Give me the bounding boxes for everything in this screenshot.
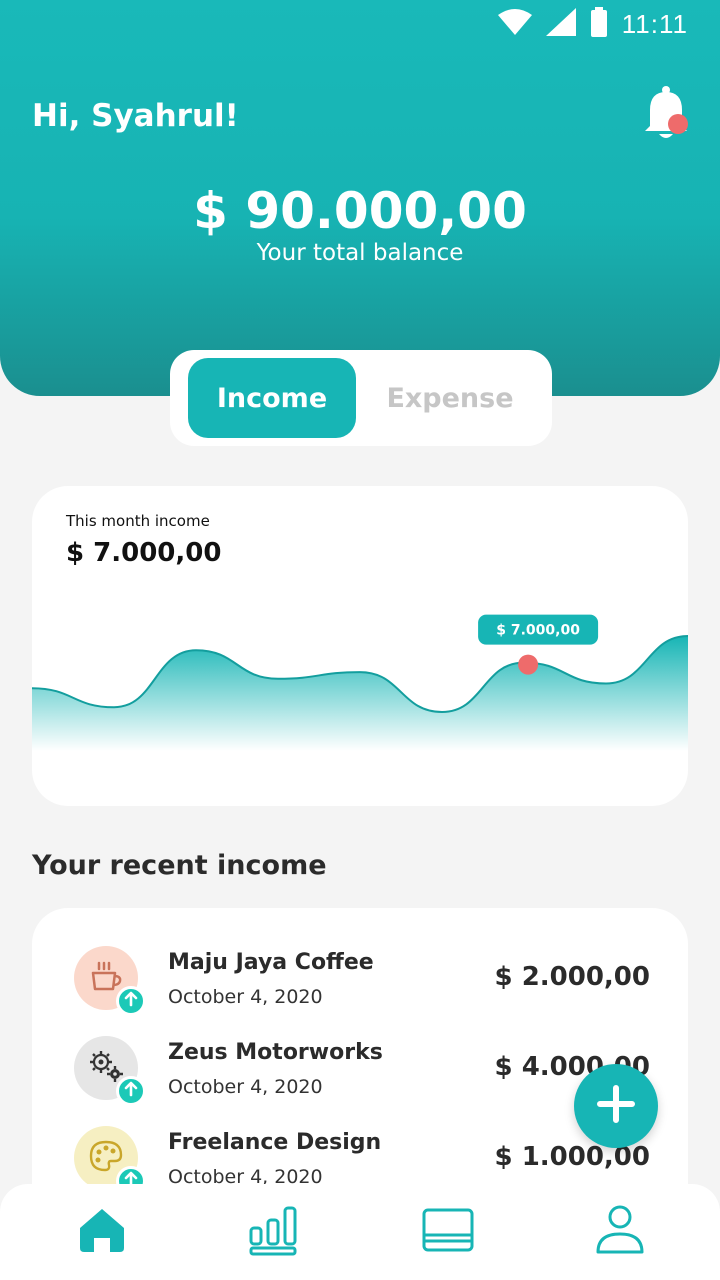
notification-dot xyxy=(668,114,688,134)
item-name: Freelance Design xyxy=(168,1130,382,1155)
signal-icon xyxy=(545,8,576,40)
nav-cards[interactable] xyxy=(418,1202,478,1262)
status-time: 11:11 xyxy=(621,8,688,39)
income-up-badge xyxy=(116,1076,146,1106)
total-balance: $ 90.000,00 xyxy=(193,182,527,240)
arrow-up-icon xyxy=(123,991,139,1011)
home-icon xyxy=(76,1206,128,1258)
income-chart-card: This month income $ 7.000,00 $ 7.000,00 xyxy=(32,486,688,806)
greeting-text: Hi, Syahrul! xyxy=(32,98,239,134)
cards-icon xyxy=(421,1207,475,1257)
item-amount: $ 2.000,00 xyxy=(494,962,650,992)
header-panel: 11:11 Hi, Syahrul! $ 90.000,00 Your tota… xyxy=(0,0,720,396)
nav-profile[interactable] xyxy=(590,1202,650,1262)
wifi-icon xyxy=(497,9,532,39)
income-up-badge xyxy=(116,986,146,1016)
balance-label: Your total balance xyxy=(256,240,464,266)
income-expense-toggle: Income Expense xyxy=(170,350,552,446)
list-item[interactable]: Maju Jaya Coffee October 4, 2020 $ 2.000… xyxy=(32,946,688,1036)
tab-expense[interactable]: Expense xyxy=(366,358,534,438)
tooltip-label: $ 7.000,00 xyxy=(496,623,580,639)
plus-icon xyxy=(596,1084,636,1128)
recent-income-title: Your recent income xyxy=(32,850,327,881)
bottom-navigation xyxy=(0,1184,720,1280)
tab-income[interactable]: Income xyxy=(188,358,356,438)
item-name: Maju Jaya Coffee xyxy=(168,950,374,975)
bell-icon[interactable] xyxy=(640,86,692,142)
chart-tooltip: $ 7.000,00 xyxy=(478,614,599,645)
nav-stats[interactable] xyxy=(244,1202,304,1262)
status-bar: 11:11 xyxy=(460,0,720,48)
arrow-up-icon xyxy=(123,1081,139,1101)
item-date: October 4, 2020 xyxy=(168,986,323,1008)
add-income-button[interactable] xyxy=(574,1064,658,1148)
battery-icon xyxy=(590,7,608,41)
income-area-chart: $ 7.000,00 xyxy=(32,614,688,751)
chart-area xyxy=(32,636,688,751)
profile-icon xyxy=(594,1204,646,1260)
chart-highlight-point xyxy=(518,654,539,675)
stats-icon xyxy=(248,1204,300,1260)
item-name: Zeus Motorworks xyxy=(168,1040,383,1065)
nav-home[interactable] xyxy=(72,1202,132,1262)
item-date: October 4, 2020 xyxy=(168,1076,323,1098)
